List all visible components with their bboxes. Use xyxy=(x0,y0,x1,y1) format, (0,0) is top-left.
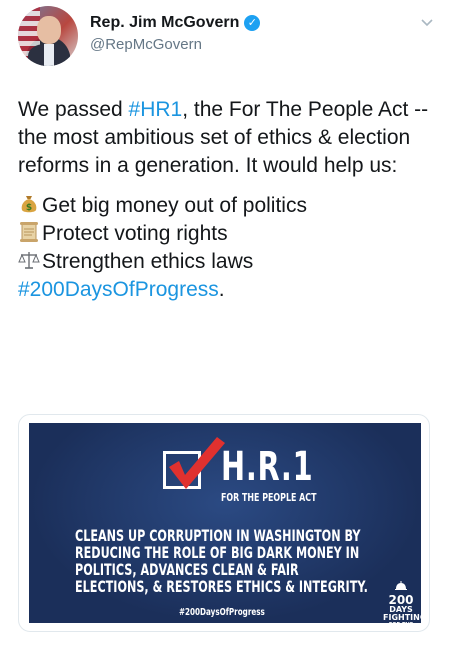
card-hashtag: #200DaysOfProgress xyxy=(179,607,265,618)
verified-badge-icon: ✓ xyxy=(244,15,261,31)
balance-scale-icon xyxy=(18,252,40,269)
card-claim: Cleans up corruption in Washington by re… xyxy=(75,526,368,596)
tweet-text-segment: We passed xyxy=(18,98,129,121)
tweet-closing: #200DaysOfProgress. xyxy=(18,276,438,304)
list-item-text: Get big money out of politics xyxy=(42,194,307,217)
user-handle[interactable]: @RepMcGovern xyxy=(90,36,202,53)
avatar-face xyxy=(37,16,61,44)
avatar[interactable] xyxy=(18,6,78,66)
tweet-text: We passed #HR1, the For The People Act -… xyxy=(18,96,438,304)
tweet-text-segment: . xyxy=(218,278,225,301)
hr1-graphic[interactable]: H.R.1 FOR THE PEOPLE ACT Cleans up corru… xyxy=(29,423,427,631)
tweet-paragraph: We passed #HR1, the For The People Act -… xyxy=(18,96,438,180)
hashtag-hr1-link[interactable]: #HR1 xyxy=(129,98,183,121)
card-title: H.R.1 xyxy=(221,444,314,490)
money-bag-icon: $ xyxy=(21,196,37,213)
chevron-down-icon[interactable] xyxy=(420,16,434,30)
display-name[interactable]: Rep. Jim McGovern xyxy=(90,14,239,32)
logo-word-people: FOR THE PEOPLE xyxy=(388,622,414,632)
card-subtitle: FOR THE PEOPLE ACT xyxy=(221,491,317,504)
list-item-text: Strengthen ethics laws xyxy=(42,250,254,273)
media-card[interactable]: H.R.1 FOR THE PEOPLE ACT Cleans up corru… xyxy=(18,414,430,632)
200-days-logo: 200 DAYS FIGHTING FOR THE PEOPLE xyxy=(383,575,427,631)
svg-text:$: $ xyxy=(26,203,32,213)
tweet-header: Rep. Jim McGovern ✓ @RepMcGovern xyxy=(18,6,438,70)
logo-word-fighting: FIGHTING xyxy=(383,613,427,622)
checkmark-icon xyxy=(169,437,225,489)
capitol-dome-icon xyxy=(395,581,407,590)
name-row: Rep. Jim McGovern ✓ xyxy=(90,14,261,32)
avatar-shirt xyxy=(44,44,54,66)
list-item: Strengthen ethics laws xyxy=(18,248,438,276)
list-item-text: Protect voting rights xyxy=(42,222,228,245)
hashtag-200days-link[interactable]: #200DaysOfProgress xyxy=(18,278,219,301)
list-item: $ Get big money out of politics xyxy=(18,192,438,220)
scroll-icon xyxy=(20,222,38,242)
list-item: Protect voting rights xyxy=(18,220,438,248)
